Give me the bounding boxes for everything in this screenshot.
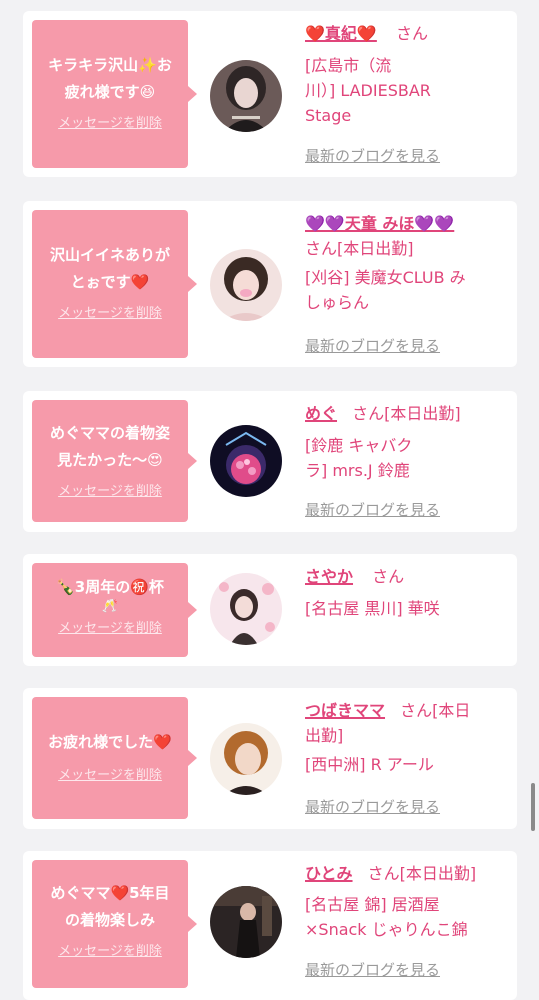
- message-text: 疲れ様です😆: [64, 83, 156, 101]
- shop-name: [広島市（流 川）] LADIESBAR Stage: [305, 53, 511, 128]
- message-text: 🥂: [101, 599, 119, 614]
- avatar[interactable]: [210, 425, 282, 497]
- flower-globe-icon: [210, 425, 282, 497]
- shop-name: [刈谷] 美魔女CLUB み しゅらん: [305, 265, 511, 315]
- shop-line: [名古屋 錦] 居酒屋: [305, 895, 440, 914]
- latest-blog-link[interactable]: 最新のブログを見る: [305, 796, 440, 817]
- sender-name-link[interactable]: ひとみ: [305, 864, 353, 883]
- shop-name: [西中洲] R アール: [305, 752, 511, 777]
- sender-honorific: さん[本日: [400, 701, 471, 720]
- shop-line: [広島市（流: [305, 56, 392, 75]
- shop-name: [名古屋 錦] 居酒屋 ×Snack じゃりんこ錦: [305, 892, 511, 942]
- message-bubble: お疲れ様でした❤️ メッセージを削除: [32, 697, 197, 819]
- shop-line: [名古屋 黒川] 華咲: [305, 599, 440, 618]
- sender-honorific: さん: [372, 567, 405, 586]
- sender-honorific: 出勤]: [305, 726, 344, 745]
- message-card: 沢山イイネありが とぉです❤️ メッセージを削除 💜💜天童 みほ💜💜 さん[本日…: [23, 201, 517, 367]
- sender-info: ひとみ さん[本日出勤] [名古屋 錦] 居酒屋 ×Snack じゃりんこ錦: [305, 861, 511, 942]
- avatar[interactable]: [210, 723, 282, 795]
- latest-blog-link[interactable]: 最新のブログを見る: [305, 335, 440, 356]
- shop-line: [刈谷] 美魔女CLUB み: [305, 268, 466, 287]
- sender-honorific: さん[本日出勤]: [305, 239, 414, 258]
- shop-name: [名古屋 黒川] 華咲: [305, 596, 511, 621]
- sender-info: 💜💜天童 みほ💜💜 さん[本日出勤] [刈谷] 美魔女CLUB み しゅらん: [305, 211, 511, 315]
- sender-info: ❤️真紀❤️ さん [広島市（流 川）] LADIESBAR Stage: [305, 21, 511, 128]
- message-card: キラキラ沢山✨お 疲れ様です😆 メッセージを削除 ❤️真紀❤️ さん [広島市（…: [23, 11, 517, 177]
- message-text: 沢山イイネありが: [49, 246, 170, 264]
- latest-blog-link[interactable]: 最新のブログを見る: [305, 499, 440, 520]
- sender-name-link[interactable]: つばきママ: [305, 701, 385, 720]
- woman-portrait-icon: [210, 723, 282, 795]
- sender-honorific: さん[本日出勤]: [352, 404, 461, 423]
- shop-line: ラ] mrs.J 鈴鹿: [305, 461, 410, 480]
- sender-info: めぐ さん[本日出勤] [鈴鹿 キャバク ラ] mrs.J 鈴鹿: [305, 401, 511, 483]
- sender-honorific: さん[本日出勤]: [367, 864, 477, 883]
- avatar[interactable]: [210, 886, 282, 958]
- woman-portrait-icon: [210, 573, 282, 645]
- sender-name-link[interactable]: めぐ: [305, 404, 337, 423]
- sender-info: つばきママ さん[本日 出勤] [西中洲] R アール: [305, 698, 511, 777]
- message-card: めぐママの着物姿 見たかった〜😍 メッセージを削除 めぐ さん[本日出勤] [鈴…: [23, 391, 517, 532]
- delete-message-link[interactable]: メッセージを削除: [38, 302, 182, 321]
- latest-blog-link[interactable]: 最新のブログを見る: [305, 145, 440, 166]
- message-bubble: キラキラ沢山✨お 疲れ様です😆 メッセージを削除: [32, 20, 197, 168]
- shop-line: 川）] LADIESBAR: [305, 81, 431, 100]
- woman-portrait-icon: [210, 60, 282, 132]
- sender-name-link[interactable]: ❤️真紀❤️: [305, 24, 377, 43]
- sender-honorific: さん: [395, 24, 428, 43]
- message-text: めぐママ❤️5年目: [50, 884, 170, 902]
- shop-name: [鈴鹿 キャバク ラ] mrs.J 鈴鹿: [305, 433, 511, 483]
- message-card: めぐママ❤️5年目 の着物楽しみ メッセージを削除 ひとみ さん[本日出勤] […: [23, 851, 517, 1000]
- shop-line: [鈴鹿 キャバク: [305, 436, 413, 455]
- message-bubble: めぐママ❤️5年目 の着物楽しみ メッセージを削除: [32, 860, 197, 988]
- message-bubble: 🍾3周年の㊗️杯 🥂 メッセージを削除: [32, 563, 197, 657]
- message-card: 🍾3周年の㊗️杯 🥂 メッセージを削除 さやか さん [名古屋 黒川] 華咲: [23, 554, 517, 666]
- message-text: 🍾3周年の㊗️杯: [56, 578, 164, 596]
- message-text: めぐママの着物姿: [49, 424, 170, 442]
- latest-blog-link[interactable]: 最新のブログを見る: [305, 959, 440, 980]
- message-text: とぉです❤️: [70, 273, 150, 291]
- shop-line: Stage: [305, 106, 352, 125]
- message-text: お疲れ様でした❤️: [48, 733, 172, 751]
- delete-message-link[interactable]: メッセージを削除: [38, 617, 182, 636]
- message-text: 見たかった〜😍: [57, 451, 163, 469]
- woman-portrait-icon: [210, 249, 282, 321]
- woman-portrait-icon: [210, 886, 282, 958]
- message-bubble: 沢山イイネありが とぉです❤️ メッセージを削除: [32, 210, 197, 358]
- sender-name-link[interactable]: 💜💜天童 みほ💜💜: [305, 214, 454, 233]
- sender-info: さやか さん [名古屋 黒川] 華咲: [305, 564, 511, 621]
- message-card: お疲れ様でした❤️ メッセージを削除 つばきママ さん[本日 出勤] [西中洲]…: [23, 688, 517, 829]
- sender-name-link[interactable]: さやか: [305, 567, 353, 586]
- scrollbar[interactable]: [531, 783, 535, 831]
- delete-message-link[interactable]: メッセージを削除: [38, 480, 182, 499]
- delete-message-link[interactable]: メッセージを削除: [38, 764, 182, 783]
- avatar[interactable]: [210, 60, 282, 132]
- avatar[interactable]: [210, 249, 282, 321]
- shop-line: しゅらん: [305, 293, 370, 312]
- delete-message-link[interactable]: メッセージを削除: [38, 112, 182, 131]
- message-text: の着物楽しみ: [64, 911, 155, 929]
- shop-line: ×Snack じゃりんこ錦: [305, 920, 468, 939]
- shop-line: [西中洲] R アール: [305, 755, 434, 774]
- message-bubble: めぐママの着物姿 見たかった〜😍 メッセージを削除: [32, 400, 197, 522]
- avatar[interactable]: [210, 573, 282, 645]
- delete-message-link[interactable]: メッセージを削除: [38, 940, 182, 959]
- message-text: キラキラ沢山✨お: [48, 56, 172, 74]
